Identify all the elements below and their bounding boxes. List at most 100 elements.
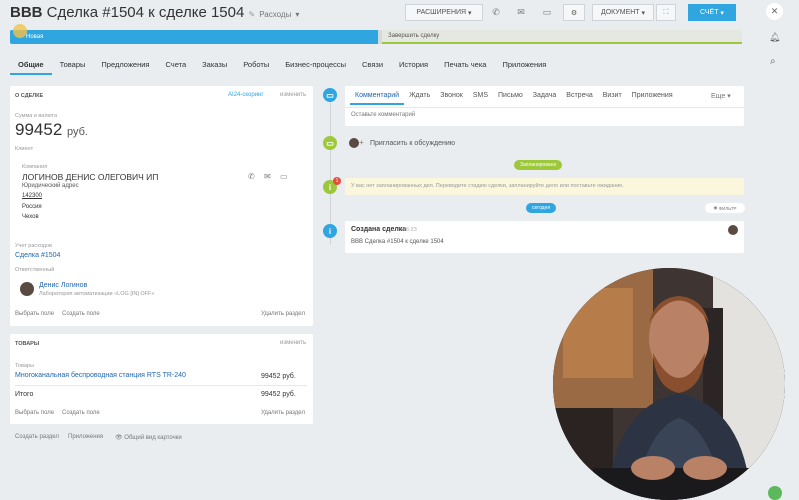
phone-icon[interactable]: ✆: [486, 4, 506, 21]
goods-heading: ТОВАРЫ: [15, 341, 40, 347]
about-card: О СДЕЛКЕ AI24-скоринг изменить Сумма и в…: [10, 86, 313, 326]
more-dropdown[interactable]: Еще ▾: [711, 92, 731, 100]
tab-2[interactable]: Предложения: [93, 56, 157, 75]
choose-field-link[interactable]: Выбрать поле: [15, 311, 54, 317]
goods-choose-field-link[interactable]: Выбрать поле: [15, 410, 54, 416]
fullscreen-icon[interactable]: ⛶: [656, 4, 676, 21]
tab-5[interactable]: Роботы: [235, 56, 277, 75]
feed-tab-6[interactable]: Встреча: [561, 92, 597, 105]
create-section-link[interactable]: Создать раздел: [15, 434, 59, 440]
warning-text: У вас нет запланированных дел. Переводит…: [351, 183, 624, 189]
feed-tab-0[interactable]: Комментарий: [350, 92, 405, 105]
search-icon[interactable]: ⌕: [770, 56, 776, 67]
add-icon[interactable]: +: [359, 138, 364, 147]
scoring-link[interactable]: AI24-скоринг: [228, 92, 264, 98]
mail-icon[interactable]: ✉: [511, 4, 531, 21]
created-event-card: Создана сделка 16:23 BBB Сделка #1504 к …: [345, 221, 744, 253]
tab-3[interactable]: Счета: [157, 56, 194, 75]
create-field-link[interactable]: Создать поле: [62, 311, 100, 317]
invite-avatar[interactable]: [349, 138, 359, 148]
divider: [345, 107, 744, 108]
feed-tab-1[interactable]: Ждать: [404, 92, 435, 105]
created-title: Создана сделка: [351, 226, 407, 233]
goods-item-price: 99452 руб.: [261, 373, 296, 380]
deal-title[interactable]: Сделка #1504 к сделке 1504: [47, 4, 245, 21]
invite-link[interactable]: Пригласить к обсуждению: [370, 140, 455, 147]
delete-section-link[interactable]: Удалить раздел: [261, 311, 305, 317]
responsible-role: Лаборатория автоматизации «LOG [IN] OFF»: [39, 291, 155, 297]
edit-title-icon[interactable]: ✎: [249, 10, 256, 19]
goods-create-field-link[interactable]: Создать поле: [62, 410, 100, 416]
tab-7[interactable]: Связи: [354, 56, 391, 75]
tab-9[interactable]: Печать чека: [436, 56, 494, 75]
responsible-name[interactable]: Денис Логинов: [39, 282, 87, 289]
account-label: СЧЁТ: [700, 9, 719, 16]
phone-icon[interactable]: ✆: [248, 172, 255, 181]
chevron-down-icon: ▾: [295, 10, 300, 19]
scoring-label: AI24-скоринг: [228, 92, 264, 98]
amount-currency: руб.: [67, 126, 88, 138]
tab-0[interactable]: Общие: [10, 56, 52, 75]
responsible-label: Ответственный: [15, 267, 55, 273]
about-heading: О СДЕЛКЕ: [15, 93, 44, 99]
comment-dot-icon: ▭: [323, 88, 337, 102]
stage-finish[interactable]: Завершить сделку: [382, 30, 742, 44]
extensions-label: РАСШИРЕНИЯ: [416, 9, 467, 16]
timeline-line: [330, 95, 331, 245]
feed-tab-4[interactable]: Письмо: [493, 92, 528, 105]
today-pill: сегодня: [526, 203, 557, 213]
feed-tab-3[interactable]: SMS: [468, 92, 493, 105]
goods-delete-section-link[interactable]: Удалить раздел: [261, 410, 305, 416]
amount-number: 99452: [15, 120, 63, 139]
about-edit-link[interactable]: изменить: [280, 92, 306, 98]
tab-1[interactable]: Товары: [52, 56, 94, 75]
tab-8[interactable]: История: [391, 56, 436, 75]
address-country: Россия: [22, 204, 42, 210]
gear-icon[interactable]: ⚙: [563, 4, 585, 21]
goods-edit-link[interactable]: изменить: [280, 340, 306, 346]
created-desc: BBB Сделка #1504 к сделке 1504: [351, 239, 444, 245]
feed-tab-2[interactable]: Звонок: [435, 92, 468, 105]
document-label: ДОКУМЕНТ: [600, 9, 640, 16]
extensions-button[interactable]: РАСШИРЕНИЯ ▾: [405, 4, 483, 21]
amount-value: 99452 руб.: [15, 120, 88, 140]
bell-icon[interactable]: 🔔︎: [769, 32, 780, 43]
document-button[interactable]: ДОКУМЕНТ ▾: [592, 4, 654, 21]
goods-item-link[interactable]: Многоканальная беспроводная станция RTS …: [15, 372, 186, 379]
stage-current-label: Новая: [26, 34, 44, 40]
client-label: Клиент: [15, 146, 34, 152]
webcam-overlay: [553, 268, 785, 500]
tab-6[interactable]: Бизнес-процессы: [277, 56, 354, 75]
cursor-icon: [13, 24, 27, 38]
eye-icon: 👁︎: [115, 435, 123, 441]
tab-4[interactable]: Заказы: [194, 56, 235, 75]
company-name[interactable]: ЛОГИНОВ ДЕНИС ОЛЕГОВИЧ ИП: [22, 172, 158, 182]
feed-tab-8[interactable]: Приложения: [627, 92, 678, 105]
stage-current[interactable]: Новая: [10, 30, 378, 44]
deal-tabs: Общие Товары Предложения Счета Заказы Роботы Б…: [10, 56, 554, 75]
close-icon[interactable]: ✕: [766, 3, 783, 20]
chat-icon[interactable]: ▭: [280, 172, 288, 181]
apps-link[interactable]: Приложения: [68, 434, 103, 440]
mail-icon[interactable]: ✉: [264, 172, 271, 181]
notification-count: 1: [335, 178, 339, 184]
avatar[interactable]: [20, 282, 34, 296]
common-view-link[interactable]: 👁︎ Общий вид карточки: [115, 434, 182, 441]
filter-button[interactable]: ◉ ФИЛЬТР: [705, 203, 745, 213]
deal-link[interactable]: Сделка #1504: [15, 252, 60, 259]
goods-col-label: Товары: [15, 363, 34, 369]
chat-dot-icon: ▭: [323, 136, 337, 150]
expense-label: Учет расходов: [15, 243, 52, 249]
divider: [15, 385, 307, 386]
chat-icon[interactable]: ▭: [537, 4, 557, 21]
address-city: Чехов: [22, 214, 39, 220]
feed-tab-5[interactable]: Задача: [528, 92, 562, 105]
planned-pill: Запланировано: [514, 160, 563, 170]
goods-card: ТОВАРЫ изменить Товары Многоканальная бе…: [10, 334, 313, 424]
feed-tab-7[interactable]: Визит: [598, 92, 627, 105]
category-dropdown[interactable]: Расходы: [259, 10, 291, 19]
avatar[interactable]: [728, 225, 738, 235]
tab-10[interactable]: Приложения: [494, 56, 554, 75]
account-button[interactable]: СЧЁТ ▾: [688, 4, 736, 21]
comment-input[interactable]: Оставьте комментарий: [351, 112, 415, 118]
